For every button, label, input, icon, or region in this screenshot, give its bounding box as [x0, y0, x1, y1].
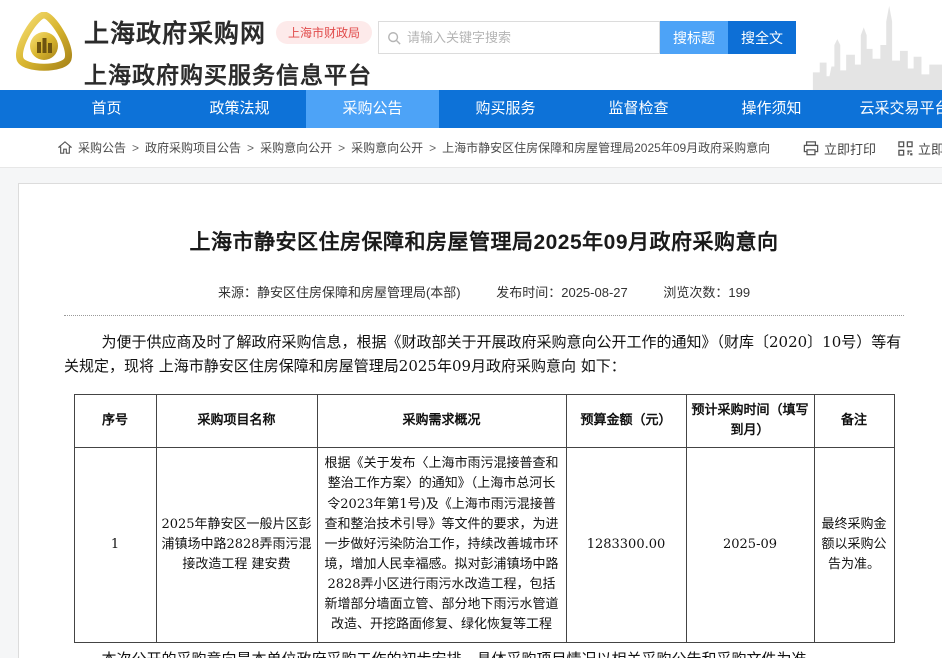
search-box [378, 21, 660, 54]
article-meta: 来源：静安区住房保障和房屋管理局(本部) 发布时间：2025-08-27 浏览次… [64, 282, 904, 301]
cell-demand-overview: 根据《关于发布〈上海市雨污混接普查和整治工作方案〉的通知》（上海市总河长令202… [316, 447, 567, 643]
print-button[interactable]: 立即打印 [803, 139, 876, 158]
breadcrumb-item-2[interactable]: 政府采购项目公告 [145, 139, 241, 156]
page-title: 上海市静安区住房保障和房屋管理局2025年09月政府采购意向 [189, 231, 779, 254]
printer-icon [803, 140, 819, 156]
main-nav: 首页 政策法规 采购公告 购买服务 监督检查 操作须知 云采交易平台 [0, 90, 942, 128]
site-header: 上海政府采购网 上海市财政局 上海政府购买服务信息平台 搜标题 搜全文 [0, 0, 942, 90]
cell-budget: 1283300.00 [565, 447, 687, 643]
search-input[interactable] [407, 30, 651, 45]
table-header-row: 序号 采购项目名称 采购需求概况 预算金额（元） 预计采购时间（填写到月） 备注 [73, 393, 895, 449]
nav-item-cloud-trading[interactable]: 云采交易平台 [838, 90, 942, 128]
city-skyline-graphic [812, 5, 942, 90]
qr-share-icon [898, 140, 913, 156]
procurement-intent-table: 序号 采购项目名称 采购需求概况 预算金额（元） 预计采购时间（填写到月） 备注… [73, 393, 895, 643]
col-header-seq: 序号 [73, 393, 157, 449]
col-header-project-name: 采购项目名称 [155, 393, 318, 449]
search-icon [387, 31, 401, 45]
breadcrumb-actions: 立即打印 立即分享 [803, 128, 942, 168]
breadcrumb-separator: > [338, 140, 346, 155]
brand-block: 上海政府采购网 上海市财政局 上海政府购买服务信息平台 [84, 14, 373, 90]
article-card: 上海市静安区住房保障和房屋管理局2025年09月政府采购意向 来源：静安区住房保… [18, 183, 942, 658]
nav-item-policies[interactable]: 政策法规 [173, 90, 306, 128]
site-logo-icon [12, 11, 76, 76]
print-label: 立即打印 [823, 141, 876, 157]
breadcrumb-current: 上海市静安区住房保障和房屋管理局2025年09月政府采购意向 [442, 141, 771, 155]
search-area: 搜标题 搜全文 [378, 21, 796, 54]
breadcrumb-item-4[interactable]: 采购意向公开 [351, 139, 423, 156]
cell-planned-time: 2025-09 [685, 447, 815, 643]
col-header-planned-time: 预计采购时间（填写到月） [685, 393, 815, 449]
article-intro: 为便于供应商及时了解政府采购信息，根据《财政部关于开展政府采购意向公开工作的通知… [64, 333, 902, 375]
article-publish-date: 发布时间：2025-08-27 [496, 285, 628, 300]
finance-bureau-badge: 上海市财政局 [276, 20, 373, 44]
cell-project-name: 2025年静安区一般片区彭浦镇场中路2828弄雨污混接改造工程 建安费 [155, 447, 318, 643]
article-view-count: 浏览次数：199 [663, 285, 751, 300]
search-fulltext-button[interactable]: 搜全文 [728, 21, 796, 54]
nav-item-home[interactable]: 首页 [40, 90, 173, 128]
article-source: 来源：静安区住房保障和房屋管理局(本部) [217, 285, 461, 300]
article-footer-note: 本次公开的采购意向是本单位政府采购工作的初步安排，具体采购项目情况以相关采购公告… [64, 647, 904, 658]
breadcrumb-item-3[interactable]: 采购意向公开 [260, 139, 332, 156]
share-button[interactable]: 立即分享 [898, 139, 942, 158]
breadcrumb-separator: > [247, 140, 255, 155]
breadcrumb: 采购公告 > 政府采购项目公告 > 采购意向公开 > 采购意向公开 > 上海市静… [0, 128, 942, 168]
breadcrumb-separator: > [132, 140, 140, 155]
col-header-remark: 备注 [813, 393, 895, 449]
share-label: 立即分享 [917, 141, 942, 157]
nav-item-supervision[interactable]: 监督检查 [572, 90, 705, 128]
nav-item-purchase-services[interactable]: 购买服务 [439, 90, 572, 128]
col-header-budget: 预算金额（元） [565, 393, 687, 449]
cell-remark: 最终采购金额以采购公告为准。 [813, 447, 895, 643]
site-subtitle: 上海政府购买服务信息平台 [84, 62, 372, 88]
cell-seq: 1 [73, 447, 157, 643]
breadcrumb-item-1[interactable]: 采购公告 [78, 139, 126, 156]
site-name: 上海政府采购网 [84, 20, 267, 48]
breadcrumb-separator: > [429, 140, 437, 155]
divider [64, 315, 904, 316]
search-title-button[interactable]: 搜标题 [660, 21, 728, 54]
nav-item-instructions[interactable]: 操作须知 [705, 90, 838, 128]
nav-item-procurement-notices[interactable]: 采购公告 [306, 90, 439, 128]
table-row: 1 2025年静安区一般片区彭浦镇场中路2828弄雨污混接改造工程 建安费 根据… [73, 447, 895, 643]
col-header-demand-overview: 采购需求概况 [316, 393, 567, 449]
home-icon[interactable] [58, 141, 72, 154]
